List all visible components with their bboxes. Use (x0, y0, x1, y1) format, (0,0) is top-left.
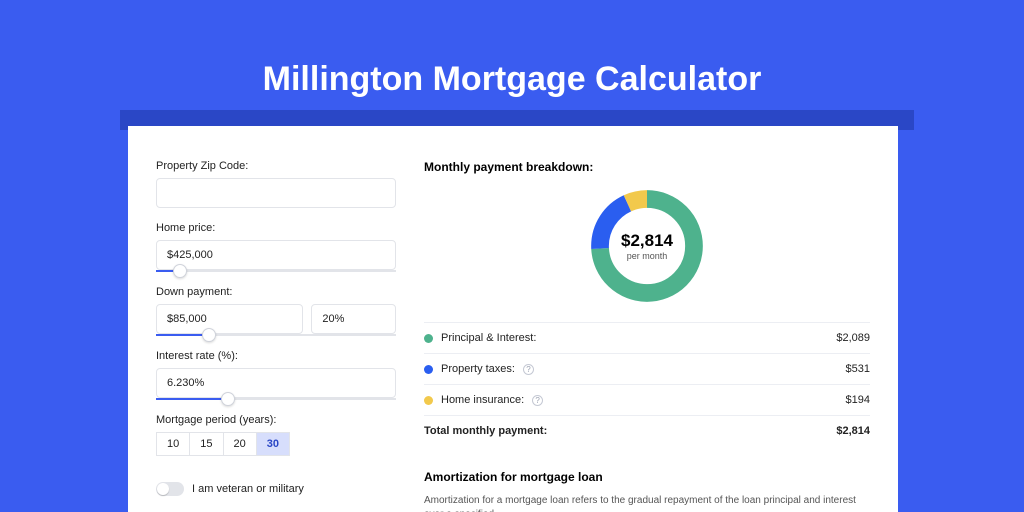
amortization-title: Amortization for mortgage loan (424, 470, 870, 484)
page-title: Millington Mortgage Calculator (0, 0, 1024, 99)
down-payment-label: Down payment: (156, 286, 396, 298)
period-option-20[interactable]: 20 (224, 432, 257, 456)
legend-row-principal: Principal & Interest: $2,089 (424, 323, 870, 354)
legend-total-label: Total monthly payment: (424, 425, 547, 437)
info-icon[interactable]: ? (523, 364, 534, 375)
breakdown-column: Monthly payment breakdown: $2,814 per mo… (424, 148, 870, 512)
home-price-slider[interactable] (156, 270, 396, 272)
donut-chart: $2,814 per month (585, 184, 709, 308)
info-icon[interactable]: ? (532, 395, 543, 406)
veteran-row: I am veteran or military (156, 482, 396, 496)
breakdown-title: Monthly payment breakdown: (424, 160, 870, 174)
slider-knob[interactable] (173, 264, 187, 278)
legend-value: $194 (846, 394, 870, 406)
legend-row-total: Total monthly payment: $2,814 (424, 416, 870, 446)
interest-rate-label: Interest rate (%): (156, 350, 396, 362)
zip-label: Property Zip Code: (156, 160, 396, 172)
legend-value: $531 (846, 363, 870, 375)
period-option-30[interactable]: 30 (257, 432, 290, 456)
slider-knob[interactable] (221, 392, 235, 406)
home-price-input[interactable] (156, 240, 396, 270)
legend: Principal & Interest: $2,089 Property ta… (424, 322, 870, 446)
legend-label: Home insurance: (441, 394, 524, 406)
home-price-label: Home price: (156, 222, 396, 234)
down-payment-input[interactable] (156, 304, 303, 334)
veteran-toggle[interactable] (156, 482, 184, 496)
amortization-text: Amortization for a mortgage loan refers … (424, 494, 870, 512)
form-column: Property Zip Code: Home price: Down paym… (156, 148, 396, 512)
stage: Millington Mortgage Calculator Property … (0, 0, 1024, 512)
legend-row-insurance: Home insurance: ? $194 (424, 385, 870, 416)
interest-rate-slider[interactable] (156, 398, 396, 400)
legend-total-value: $2,814 (836, 425, 870, 437)
legend-label: Property taxes: (441, 363, 515, 375)
calculator-panel: Property Zip Code: Home price: Down paym… (128, 126, 898, 512)
dot-icon (424, 365, 433, 374)
period-option-15[interactable]: 15 (190, 432, 223, 456)
dot-icon (424, 334, 433, 343)
period-group: 10 15 20 30 (156, 432, 396, 456)
legend-label: Principal & Interest: (441, 332, 536, 344)
interest-rate-input[interactable] (156, 368, 396, 398)
legend-value: $2,089 (836, 332, 870, 344)
down-payment-pct-input[interactable] (311, 304, 396, 334)
dot-icon (424, 396, 433, 405)
veteran-label: I am veteran or military (192, 483, 304, 495)
zip-input[interactable] (156, 178, 396, 208)
donut-amount: $2,814 (621, 231, 673, 251)
period-label: Mortgage period (years): (156, 414, 396, 426)
slider-knob[interactable] (202, 328, 216, 342)
slider-fill (156, 398, 228, 400)
slider-fill (156, 334, 209, 336)
donut-sub: per month (627, 251, 668, 261)
down-payment-slider[interactable] (156, 334, 396, 336)
donut-center: $2,814 per month (585, 184, 709, 308)
legend-row-taxes: Property taxes: ? $531 (424, 354, 870, 385)
donut-wrap: $2,814 per month (424, 184, 870, 308)
period-option-10[interactable]: 10 (156, 432, 190, 456)
